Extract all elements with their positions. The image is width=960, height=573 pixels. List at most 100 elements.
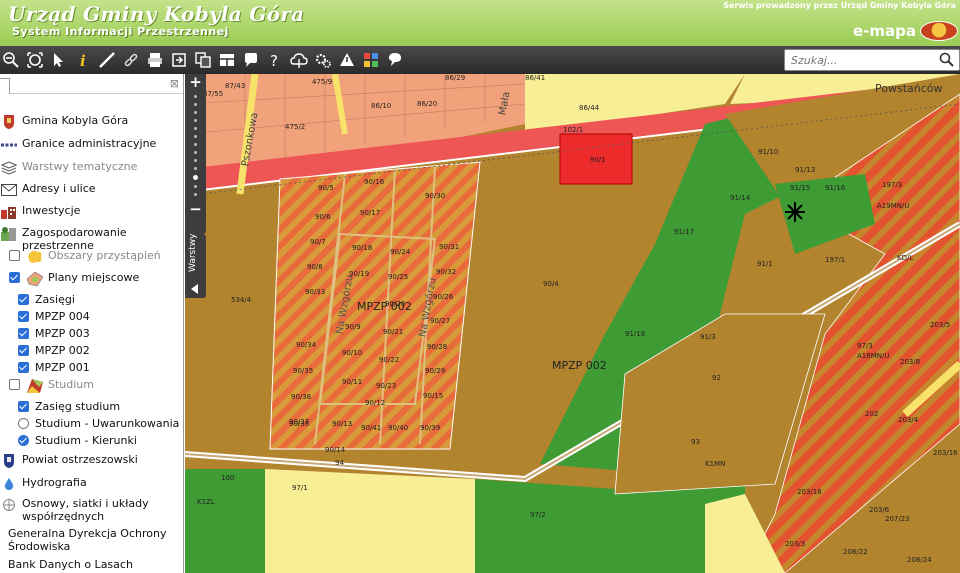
parcel-label: 90/29 <box>425 367 446 375</box>
measure-icon[interactable] <box>96 49 118 71</box>
settings-icon[interactable] <box>312 49 334 71</box>
tree-item-bdl[interactable]: Bank Danych o Lasach <box>8 558 133 571</box>
tree-item-warstwy-tematyczne[interactable]: Warstwy tematyczne <box>0 160 137 176</box>
mpzp-001-checkbox[interactable] <box>18 362 29 373</box>
tree-item-obszary[interactable]: Obszary przystąpień <box>9 249 161 265</box>
landmark-star-icon <box>785 202 805 222</box>
tree-item-osnowy[interactable]: Osnowy, siatki i układy współrzędnych <box>0 497 180 523</box>
info-icon[interactable]: i <box>72 49 94 71</box>
help-icon[interactable]: ? <box>264 49 286 71</box>
parcel-label: 91/14 <box>730 194 751 202</box>
tree-item-inwestycje[interactable]: Inwestycje <box>0 204 80 220</box>
mpzp-003-checkbox[interactable] <box>18 328 29 339</box>
color-palette-icon[interactable] <box>360 49 382 71</box>
obszary-checkbox[interactable] <box>9 250 20 261</box>
parcel-label: 90/26 <box>433 293 454 301</box>
parcel-label: 197/1 <box>825 256 846 264</box>
tree-item-mpzp-002[interactable]: MPZP 002 <box>18 344 90 357</box>
mpzp-002-checkbox[interactable] <box>18 345 29 356</box>
layers-panel: ⊠ Gmina Kobyla Góra Granice administracy… <box>0 74 184 573</box>
parcel-label: 90/12 <box>365 399 386 407</box>
parcel-label: 90/24 <box>390 248 411 256</box>
parcel-label: 90/34 <box>296 341 317 349</box>
map-canvas[interactable]: Powstańców Pszonkowa Mała Na Wzgórzu Na … <box>185 74 960 573</box>
cloud-icon[interactable] <box>288 49 310 71</box>
parcel-label: 203/6 <box>869 506 890 514</box>
zoom-out-button[interactable]: − <box>185 201 206 217</box>
tree-item-zasiegi[interactable]: Zasięgi <box>18 293 75 306</box>
parcel-label: 197/3 <box>882 181 903 189</box>
parcel-label: 86/10 <box>371 102 392 110</box>
tree-item-studium[interactable]: Studium <box>9 378 94 394</box>
brand-name[interactable]: e-mapa <box>853 22 916 40</box>
export-icon[interactable] <box>168 49 190 71</box>
search-box[interactable] <box>784 49 960 71</box>
mpzp-004-checkbox[interactable] <box>18 311 29 322</box>
layout-icon[interactable] <box>216 49 238 71</box>
tree-item-studium-uwarunkowania[interactable]: Studium - Uwarunkowania <box>18 417 179 430</box>
parcel-label: 90/17 <box>360 209 381 217</box>
pointer-icon[interactable] <box>48 49 70 71</box>
marker-icon[interactable] <box>384 49 406 71</box>
zone-code-label: K1MN <box>705 460 726 468</box>
coat-of-arms-icon <box>0 114 18 130</box>
zoom-out-icon[interactable] <box>0 49 22 71</box>
brand-logo-icon[interactable] <box>920 21 958 41</box>
parcel-label: 90/7 <box>310 238 326 246</box>
tree-item-studium-kierunki[interactable]: Studium - Kierunki <box>18 434 137 447</box>
studium-checkbox[interactable] <box>9 379 20 390</box>
parcel-label: 203/3 <box>785 540 806 548</box>
parcel-label: 91/16 <box>825 184 846 192</box>
county-icon <box>0 453 18 469</box>
parcel-label: 91/15 <box>790 184 811 192</box>
parcel-label: 91/1 <box>757 260 773 268</box>
parcel-label: 97/2 <box>530 511 546 519</box>
copy-icon[interactable] <box>192 49 214 71</box>
parcel-label: 203/4 <box>898 416 919 424</box>
map-svg[interactable] <box>185 74 960 573</box>
expand-arrow-icon[interactable] <box>191 284 198 294</box>
tree-item-zasieg-studium[interactable]: Zasięg studium <box>18 400 120 413</box>
svg-text:i: i <box>80 52 86 69</box>
close-panel-icon[interactable]: ⊠ <box>170 77 179 90</box>
speech-bubble-icon[interactable] <box>240 49 262 71</box>
zoom-extent-icon[interactable] <box>24 49 46 71</box>
search-icon[interactable] <box>939 52 955 68</box>
tree-item-gdos[interactable]: Generalna Dyrekcja Ochrony Środowiska <box>8 527 178 553</box>
tree-item-adresy[interactable]: Adresy i ulice <box>0 182 96 198</box>
zoom-slider[interactable] <box>193 95 198 196</box>
tree-item-powiat[interactable]: Powiat ostrzeszowski <box>0 453 138 469</box>
parcel-label: 90/18 <box>352 244 373 252</box>
panel-tab[interactable] <box>0 78 10 94</box>
parcel-label: 87/55 <box>203 90 224 98</box>
tree-item-plany[interactable]: Plany miejscowe <box>9 271 139 287</box>
tree-item-gmina[interactable]: Gmina Kobyla Góra <box>0 114 128 130</box>
tree-item-mpzp-001[interactable]: MPZP 001 <box>18 361 90 374</box>
buildings-icon <box>0 204 18 220</box>
parcel-label: 91/13 <box>795 166 816 174</box>
tree-item-mpzp-004[interactable]: MPZP 004 <box>18 310 90 323</box>
zasiegi-checkbox[interactable] <box>18 294 29 305</box>
parcel-label: 203/16 <box>933 449 958 457</box>
search-input[interactable] <box>785 53 935 67</box>
parcel-label: 208/22 <box>843 548 868 556</box>
tree-item-granice[interactable]: Granice administracyjne <box>0 137 156 153</box>
parcel-label: 90/13 <box>332 420 353 428</box>
plan-map-icon <box>26 271 44 287</box>
print-icon[interactable] <box>144 49 166 71</box>
tree-item-mpzp-003[interactable]: MPZP 003 <box>18 327 90 340</box>
warning-icon[interactable] <box>336 49 358 71</box>
parcel-label: 90/10 <box>342 349 363 357</box>
plany-checkbox[interactable] <box>9 272 20 283</box>
studium-kierunki-radio[interactable] <box>18 435 29 446</box>
zoom-in-button[interactable]: + <box>185 74 206 90</box>
tree-item-hydrografia[interactable]: Hydrografia <box>0 476 87 492</box>
layers-toggle-tab[interactable]: Warstwy <box>185 234 206 298</box>
studium-uwarunkowania-radio[interactable] <box>18 418 29 429</box>
link-icon[interactable] <box>120 49 142 71</box>
parcel-label: 90/20 <box>385 300 406 308</box>
parcel-label: 93 <box>691 438 700 446</box>
studium-icon <box>26 378 44 394</box>
parcel-label: 203/5 <box>930 321 951 329</box>
zasieg-studium-checkbox[interactable] <box>18 401 29 412</box>
